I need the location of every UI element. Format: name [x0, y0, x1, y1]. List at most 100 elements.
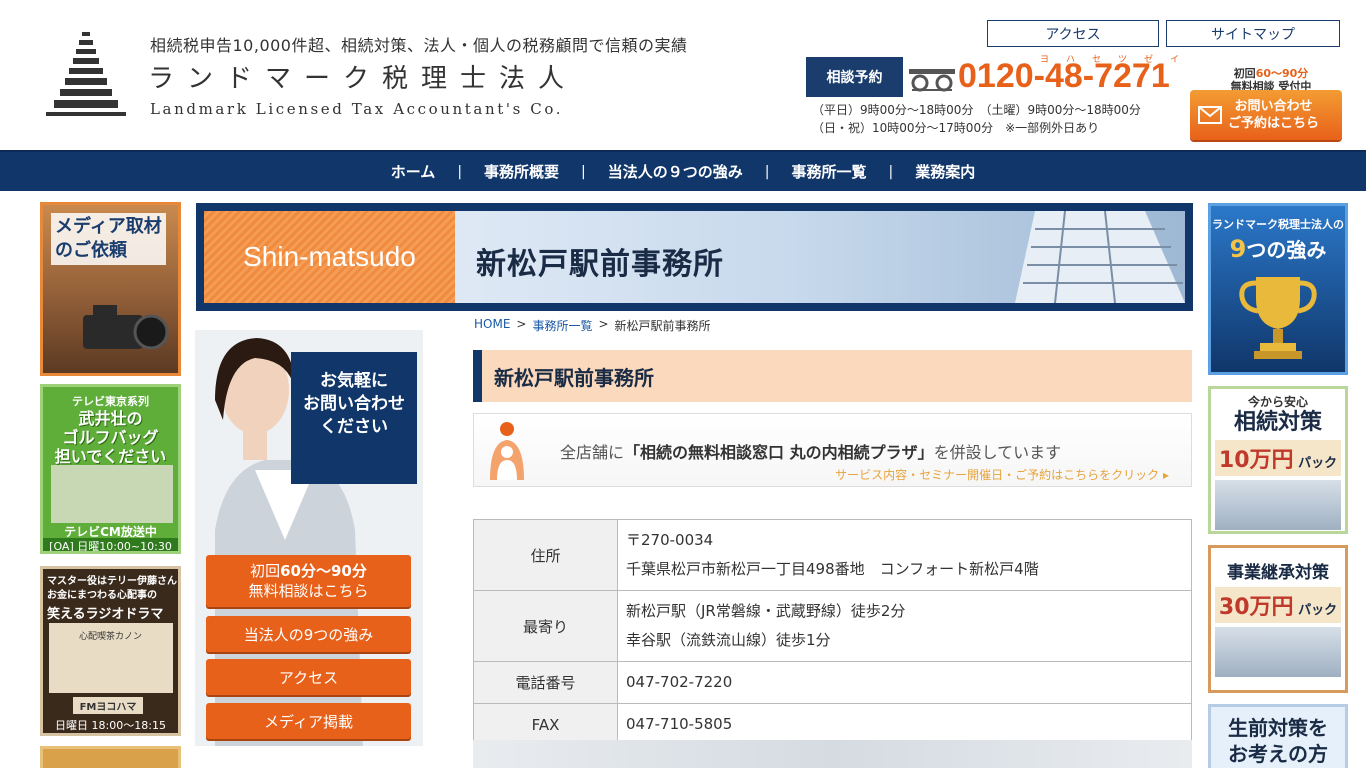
breadcrumb-home[interactable]: HOME — [474, 317, 510, 334]
office-map[interactable] — [473, 740, 1192, 768]
strengths-label: つの強み — [1246, 238, 1327, 262]
phone-number[interactable]: 0120-48-7271 — [958, 57, 1170, 96]
radio-tagline: マスター役はテリー伊藤さん お金にまつわる心配事の — [47, 575, 177, 603]
radio-line2: お金にまつわる心配事の — [47, 590, 157, 601]
plaza-text-name: 「相続の無料相談窓口 丸の内相続プラザ」 — [624, 443, 934, 462]
lifetime-planning-banner[interactable]: 生前対策を お考えの方 — [1208, 704, 1348, 768]
succession-price-value: 30万円 — [1218, 595, 1294, 620]
nav-office-list[interactable]: 事務所一覧 — [770, 161, 889, 182]
inheritance-plaza-banner[interactable]: 全店舗に「相続の無料相談窓口 丸の内相続プラザ」を併設しています サービス内容・… — [473, 413, 1192, 487]
sidebar-banner-partial[interactable] — [40, 746, 181, 768]
office-name-en: Shin-matsudo — [204, 211, 455, 303]
inherit-title: 相続対策 — [1233, 410, 1322, 435]
freedial-icon — [909, 69, 955, 92]
plaza-text: 全店舗に「相続の無料相談窓口 丸の内相続プラザ」を併設しています — [560, 439, 1061, 463]
tv-series: テレビ東京系列 — [72, 395, 149, 408]
inquiry-label: お問い合わせ — [1234, 99, 1313, 114]
free-consult-button[interactable]: 初回60分～90分 無料相談はこちら — [206, 555, 411, 607]
inherit-price-value: 10万円 — [1218, 448, 1294, 473]
office-hero-inner: Shin-matsudo 新松戸駅前事務所 — [204, 211, 1185, 303]
nav-office-overview[interactable]: 事務所概要 — [462, 161, 581, 182]
inheritance-pack-banner[interactable]: 今から安心 相続対策 10万円 パック — [1208, 386, 1348, 534]
consult-reservation-badge: 相談予約 — [806, 57, 903, 97]
radio-drama-banner[interactable]: マスター役はテリー伊藤さん お金にまつわる心配事の 笑えるラジオドラマ 心配喫茶… — [40, 566, 181, 736]
succession-pack-banner[interactable]: 事業継承対策 30万円 パック — [1208, 545, 1348, 693]
table-label: 住所 — [473, 519, 618, 591]
inherit-price: 10万円 パック — [1215, 440, 1341, 476]
lifetime-line1: 生前対策を — [1228, 716, 1328, 740]
nav-strengths[interactable]: 当法人の９つの強み — [586, 161, 765, 182]
company-name-jp[interactable]: ランドマーク税理士法人 — [148, 58, 577, 95]
office-hero-banner: Shin-matsudo 新松戸駅前事務所 — [196, 203, 1193, 311]
golf-photo — [51, 465, 173, 523]
strengths-title: 9つの強み — [1211, 234, 1345, 263]
consult-photo — [1215, 480, 1341, 530]
contact-invite-box: お気軽に お問い合わせ ください — [291, 352, 417, 484]
breadcrumb-current: 新松戸駅前事務所 — [614, 319, 711, 333]
plaza-text-post: を併設しています — [933, 443, 1062, 462]
nine-strengths-banner[interactable]: ランドマーク税理士法人の 9つの強み — [1208, 203, 1348, 375]
media-request-title: メディア取材 のご依頼 — [51, 213, 166, 265]
plaza-link[interactable]: サービス内容・セミナー開催日・ご予約はこちらをクリック ▸ — [835, 466, 1169, 483]
breadcrumb-office-list[interactable]: 事務所一覧 — [532, 317, 592, 334]
table-label: 最寄り — [473, 590, 618, 662]
strengths-button[interactable]: 当法人の9つの強み — [206, 616, 411, 652]
pack-label: パック — [1298, 603, 1338, 618]
contact-line3: ください — [320, 417, 388, 437]
inherit-lead: 今から安心 — [1247, 395, 1308, 409]
plaza-text-pre: 全店舗に — [560, 443, 625, 462]
radio-air-time: 日曜日 18:00～18:15 — [55, 719, 166, 732]
free-note-time: 60～90分 — [1255, 67, 1309, 80]
address-postal-code: 〒270-0034 — [626, 531, 714, 549]
tv-title-line3: 担いでください — [54, 447, 167, 466]
succession-price: 30万円 パック — [1215, 587, 1341, 623]
trophy-icon — [1239, 277, 1317, 359]
access-link[interactable]: アクセス — [987, 20, 1159, 47]
access-button[interactable]: アクセス — [206, 659, 411, 695]
mail-icon — [1198, 106, 1222, 124]
tv-title-line2: ゴルフバッグ — [62, 428, 159, 447]
media-title-line1: メディア取材 — [55, 216, 162, 237]
page-title: 新松戸駅前事務所 — [473, 350, 1192, 402]
business-hours: （平日）9時00分～18時00分 （土曜）9時00分～18時00分 （日・祝）1… — [812, 101, 1141, 137]
strengths-company: ランドマーク税理士法人の — [1212, 218, 1344, 231]
media-coverage-button[interactable]: メディア掲載 — [206, 703, 411, 739]
hours-weekday-saturday: （平日）9時00分～18時00分 （土曜）9時00分～18時00分 — [812, 103, 1141, 117]
strengths-number: 9 — [1229, 235, 1247, 263]
office-info-table: 住所 〒270-0034 千葉県松戸市新松戸一丁目498番地 コンフォート新松戸… — [473, 519, 1192, 746]
table-value: 〒270-0034 千葉県松戸市新松戸一丁目498番地 コンフォート新松戸4階 — [617, 519, 1192, 591]
handshake-photo — [1215, 627, 1341, 677]
nav-home[interactable]: ホーム — [369, 161, 458, 182]
breadcrumb-separator: > — [598, 317, 609, 331]
radio-show-name: 心配喫茶カノン — [79, 632, 143, 642]
free-note-prefix: 初回 — [1233, 67, 1256, 80]
hours-holiday: （日・祝）10時00分～17時00分 ※一部例外日あり — [812, 121, 1100, 135]
table-row-address: 住所 〒270-0034 千葉県松戸市新松戸一丁目498番地 コンフォート新松戸… — [473, 519, 1192, 591]
radio-station: FMヨコハマ — [73, 697, 143, 714]
tv-program-banner[interactable]: テレビ東京系列 武井壮の ゴルフバッグ 担いでください テレビCM放送中 [OA… — [40, 384, 181, 554]
sitemap-link[interactable]: サイトマップ — [1166, 20, 1340, 47]
media-request-banner[interactable]: メディア取材 のご依頼 — [40, 202, 181, 376]
breadcrumb: HOME > 事務所一覧 > 新松戸駅前事務所 — [474, 317, 711, 334]
camera-icon — [83, 305, 169, 350]
nav-services[interactable]: 業務案内 — [893, 161, 997, 182]
tv-air-time: [OA] 日曜10:00~10:30 — [43, 538, 178, 551]
tv-title-line1: 武井壮の — [78, 409, 143, 428]
global-nav: ホーム | 事務所概要 | 当法人の９つの強み | 事務所一覧 | 業務案内 — [0, 150, 1366, 191]
table-value-phone[interactable]: 047-702-7220 — [617, 661, 1192, 704]
header-tagline: 相続税申告10,000件超、相続対策、法人・個人の税務顧問で信頼の実績 — [150, 36, 688, 55]
inquiry-button[interactable]: お問い合わせ ご予約はこちら — [1190, 90, 1342, 140]
radio-line1: マスター役はテリー伊藤さん — [47, 576, 177, 587]
contact-line2: お問い合わせ — [303, 394, 405, 414]
lifetime-line2: お考えの方 — [1228, 742, 1328, 766]
landmark-logo-icon[interactable] — [46, 30, 126, 118]
coffee-photo: 心配喫茶カノン — [49, 623, 173, 693]
building-icon — [1015, 211, 1185, 303]
station-line1: 新松戸駅（JR常磐線・武蔵野線）徒歩2分 — [626, 602, 906, 620]
company-name-en[interactable]: Landmark Licensed Tax Accountant's Co. — [150, 100, 563, 118]
free-consult-label: 無料相談はこちら — [248, 582, 369, 600]
tv-title: 武井壮の ゴルフバッグ 担いでください — [43, 409, 178, 466]
reservation-label: ご予約はこちら — [1228, 116, 1320, 131]
address-line: 千葉県松戸市新松戸一丁目498番地 コンフォート新松戸4階 — [626, 560, 1039, 578]
table-value: 新松戸駅（JR常磐線・武蔵野線）徒歩2分 幸谷駅（流鉄流山線）徒歩1分 — [617, 590, 1192, 662]
